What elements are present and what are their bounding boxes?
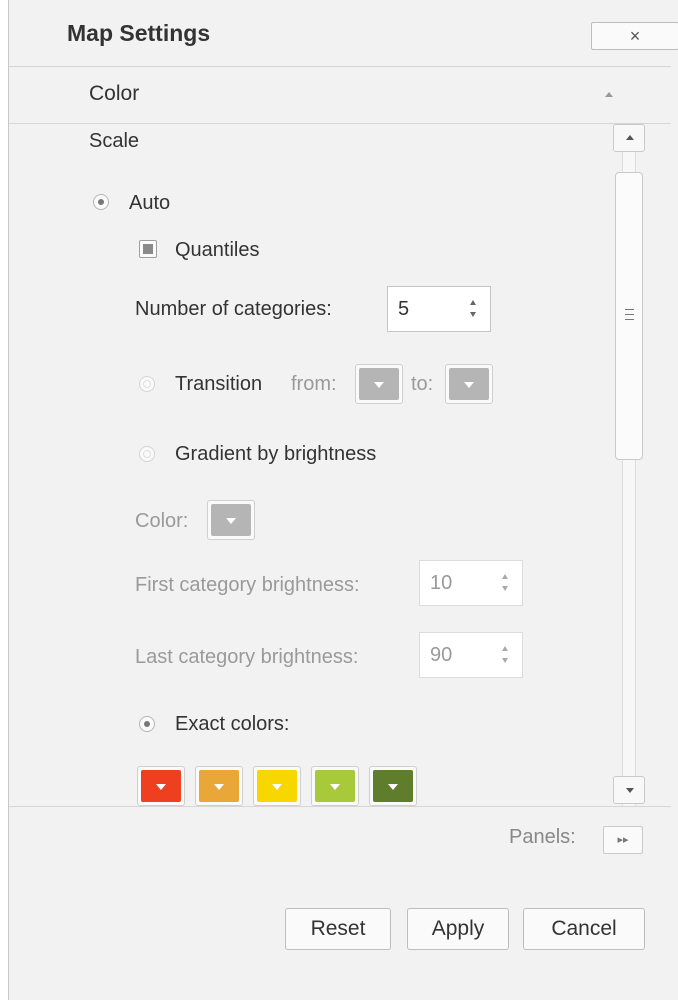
cancel-button[interactable]: Cancel [523, 908, 645, 950]
stepper-down-icon[interactable] [470, 312, 476, 317]
dropdown-caret-icon [388, 784, 398, 790]
exact-color-dropdown-4[interactable] [311, 766, 359, 806]
section-header-color[interactable]: Color [89, 82, 139, 106]
scale-heading: Scale [89, 130, 140, 152]
quantiles-label[interactable]: Quantiles [175, 239, 260, 262]
vertical-scrollbar[interactable] [613, 124, 645, 806]
exact-color-dropdown-1[interactable] [137, 766, 185, 806]
double-chevron-right-icon: ▸▸ [617, 834, 629, 846]
transition-from-color-dropdown[interactable] [355, 364, 403, 404]
collapse-up-icon[interactable] [605, 92, 613, 97]
dropdown-caret-icon [272, 784, 282, 790]
auto-radio[interactable] [93, 194, 109, 210]
stepper-up-icon[interactable] [470, 300, 476, 305]
map-settings-dialog: Map Settings × Color Scale Auto Quantile… [8, 0, 678, 1000]
first-brightness-value: 10 [430, 572, 453, 594]
last-brightness-value: 90 [430, 644, 453, 666]
transition-from-label: from: [291, 373, 337, 395]
exact-color-dropdown-3[interactable] [253, 766, 301, 806]
last-brightness-stepper[interactable]: 90 [419, 632, 523, 678]
dropdown-caret-icon [156, 784, 166, 790]
stepper-up-icon[interactable] [502, 574, 508, 579]
divider [9, 66, 671, 67]
transition-to-label: to: [411, 373, 434, 395]
last-brightness-label: Last category brightness: [135, 646, 359, 668]
arrow-down-icon [626, 788, 634, 793]
dropdown-caret-icon [330, 784, 340, 790]
gradient-label[interactable]: Gradient by brightness [175, 443, 376, 466]
transition-radio[interactable] [139, 376, 155, 392]
dropdown-caret-icon [464, 382, 474, 388]
stepper-up-icon[interactable] [502, 646, 508, 651]
stepper-down-icon[interactable] [502, 586, 508, 591]
dropdown-caret-icon [374, 382, 384, 388]
close-icon: × [629, 26, 641, 46]
arrow-up-icon [626, 135, 634, 140]
exact-colors-radio[interactable] [139, 716, 155, 732]
apply-button[interactable]: Apply [407, 908, 509, 950]
exact-color-dropdown-5[interactable] [369, 766, 417, 806]
first-brightness-label: First category brightness: [135, 574, 360, 596]
grip-icon [625, 309, 634, 324]
auto-label[interactable]: Auto [129, 192, 170, 215]
transition-to-color-dropdown[interactable] [445, 364, 493, 404]
scrollbar-thumb[interactable] [615, 172, 643, 460]
exact-colors-label[interactable]: Exact colors: [175, 713, 289, 736]
categories-stepper[interactable]: 5 [387, 286, 491, 332]
gradient-color-label: Color: [135, 510, 189, 532]
stepper-down-icon[interactable] [502, 658, 508, 663]
scale-settings-panel: Scale Auto Quantiles Number of categorie… [9, 124, 613, 806]
exact-color-dropdown-2[interactable] [195, 766, 243, 806]
reset-button[interactable]: Reset [285, 908, 391, 950]
first-brightness-stepper[interactable]: 10 [419, 560, 523, 606]
dropdown-caret-icon [226, 518, 236, 524]
divider [9, 806, 671, 807]
categories-label: Number of categories: [135, 298, 332, 320]
scroll-up-button[interactable] [613, 124, 645, 152]
gradient-color-dropdown[interactable] [207, 500, 255, 540]
quantiles-checkbox[interactable] [139, 240, 157, 258]
close-button[interactable]: × [591, 22, 678, 50]
dropdown-caret-icon [214, 784, 224, 790]
scroll-down-button[interactable] [613, 776, 645, 804]
transition-label[interactable]: Transition [175, 373, 262, 396]
dialog-title: Map Settings [67, 20, 211, 46]
categories-value: 5 [398, 298, 410, 320]
panels-expand-button[interactable]: ▸▸ [603, 826, 643, 854]
panels-label: Panels: [509, 826, 576, 848]
gradient-radio[interactable] [139, 446, 155, 462]
